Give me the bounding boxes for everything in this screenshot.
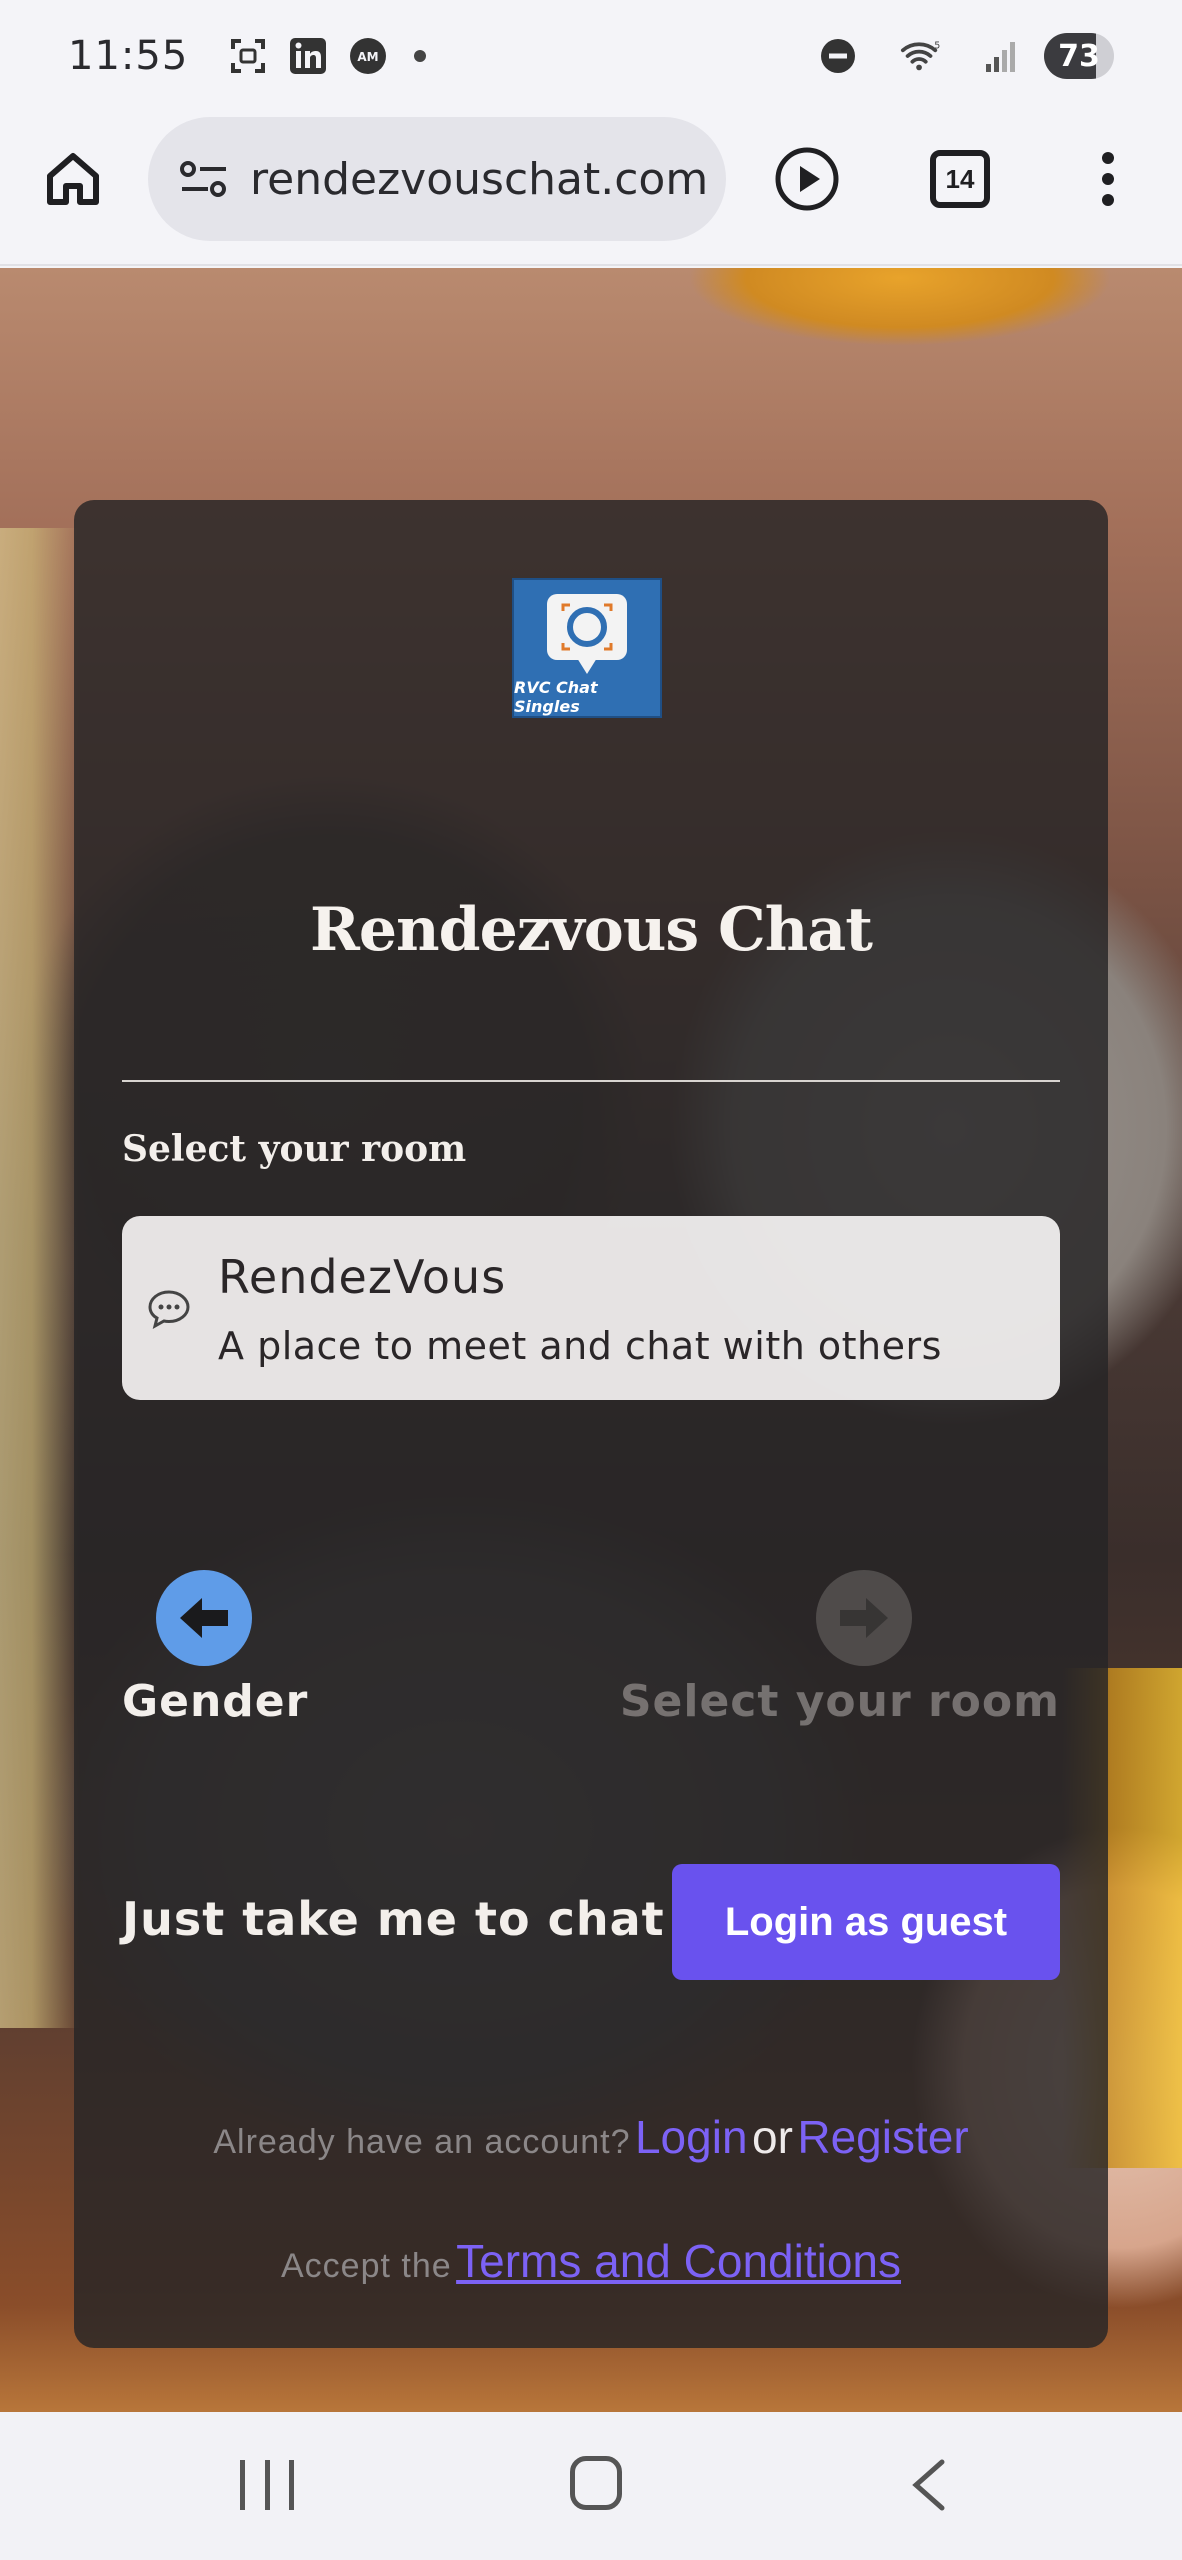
terms-prefix: Accept the [281, 2247, 452, 2285]
terms-line: Accept the Terms and Conditions [74, 2234, 1108, 2288]
room-description: A place to meet and chat with others [218, 1324, 942, 1368]
home-nav-button[interactable] [570, 2456, 622, 2510]
browser-menu-button[interactable] [1090, 142, 1126, 216]
amex-icon: AM [348, 36, 388, 76]
url-text[interactable]: rendezvouschat.com [250, 154, 708, 205]
notification-dot [414, 50, 427, 62]
menu-dot [1102, 152, 1114, 164]
next-step-button[interactable] [816, 1570, 912, 1666]
account-prompt-line: Already have an account? Login or Regist… [74, 2110, 1108, 2164]
address-bar[interactable]: rendezvouschat.com [148, 117, 726, 241]
chat-bubble-icon [146, 1286, 192, 1332]
status-time: 11:55 [68, 33, 189, 79]
status-bar: 11:55 AM 5 73 [0, 0, 1182, 112]
register-link[interactable]: Register [797, 2111, 968, 2163]
back-step-label[interactable]: Gender [122, 1676, 308, 1727]
recents-bar [289, 2460, 294, 2510]
menu-dot [1102, 173, 1114, 185]
back-nav-button[interactable] [908, 2458, 948, 2512]
home-icon [47, 153, 99, 205]
arrow-left-icon [180, 1598, 228, 1638]
tab-switcher-button[interactable]: 14 [930, 150, 990, 208]
recents-bar [264, 2460, 270, 2510]
recent-apps-button[interactable] [240, 2460, 294, 2510]
arrow-right-icon [840, 1598, 888, 1638]
login-link[interactable]: Login [635, 2111, 748, 2163]
signal-icon [982, 36, 1022, 76]
status-right: 5 73 [798, 33, 1114, 79]
recents-bar [240, 2460, 245, 2510]
wifi-icon: 5 [900, 36, 940, 76]
page-title: Rendezvous Chat [309, 895, 873, 965]
terms-link[interactable]: Terms and Conditions [456, 2235, 901, 2287]
system-navigation-bar [0, 2412, 1182, 2560]
do-not-disturb-icon [818, 36, 858, 76]
screenshot-icon [228, 36, 268, 76]
home-button[interactable] [38, 144, 108, 214]
logo-text: RVC Chat Singles [514, 678, 598, 716]
play-icon [775, 147, 839, 211]
chevron-left-icon [912, 2459, 945, 2511]
section-label: Select your room [122, 1128, 467, 1170]
back-step-button[interactable] [156, 1570, 252, 1666]
login-card: RVC Chat Singles Rendezvous Chat Select … [74, 500, 1108, 2348]
quick-chat-label: Just take me to chat [122, 1892, 665, 1946]
login-as-guest-button[interactable]: Login as guest [672, 1864, 1060, 1980]
battery-indicator: 73 [1044, 33, 1114, 79]
room-option-rendezvous[interactable]: RendezVous A place to meet and chat with… [122, 1216, 1060, 1400]
app-logo: RVC Chat Singles [512, 578, 662, 718]
linkedin-icon [288, 36, 328, 76]
or-text: or [751, 2111, 793, 2163]
svg-text:AM: AM [358, 50, 379, 64]
next-step-label[interactable]: Select your room [620, 1676, 1060, 1727]
divider [122, 1080, 1060, 1082]
site-settings-icon[interactable] [174, 149, 234, 209]
svg-text:5: 5 [934, 40, 940, 51]
background-glass-left [0, 528, 80, 2028]
browser-toolbar: rendezvouschat.com 14 [0, 112, 1182, 266]
room-name: RendezVous [218, 1250, 507, 1304]
menu-dot [1102, 194, 1114, 206]
media-play-button[interactable] [770, 142, 844, 216]
account-prompt: Already have an account? [213, 2123, 631, 2161]
logo-chat-bubble-icon [547, 594, 627, 674]
